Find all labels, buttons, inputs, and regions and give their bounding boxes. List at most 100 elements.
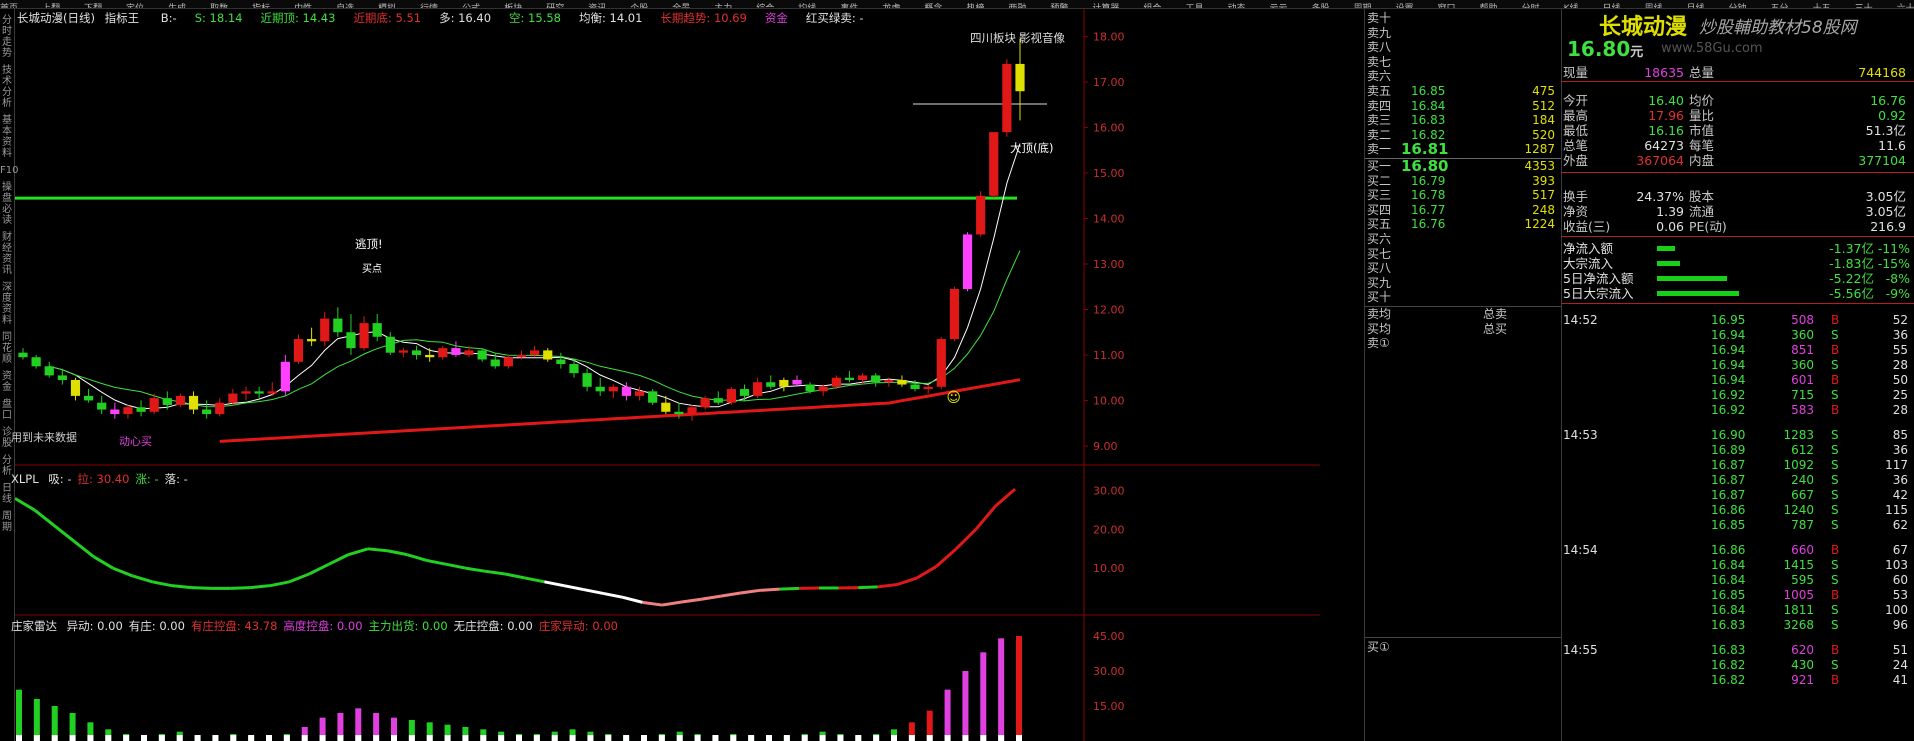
quote-title: 长城动漫 炒股輔助教材58股网 xyxy=(1561,9,1914,40)
candle-body xyxy=(503,357,513,367)
left-tab[interactable]: 周期 xyxy=(0,511,14,533)
sell-level-row[interactable]: 卖二 16.82 520 xyxy=(1365,128,1561,143)
tick-trade-row: 16.94 851 B 55 xyxy=(1561,343,1914,358)
left-tab[interactable]: 深度资料 xyxy=(0,282,14,326)
tick-trade-row: 16.83 3268 S 96 xyxy=(1561,618,1914,633)
left-tab[interactable]: 同花顺 xyxy=(0,332,14,365)
flow-pct: -11% xyxy=(1877,241,1910,256)
sector-label[interactable]: 影视音像 xyxy=(1019,30,1065,46)
candle-body xyxy=(241,391,251,394)
trade-count: 85 xyxy=(1892,428,1908,442)
buy-level-row[interactable]: 买六 xyxy=(1365,232,1561,247)
buy-level-row[interactable]: 买七 xyxy=(1365,247,1561,262)
quote-row: 最高 17.96 量比 0.92 xyxy=(1561,108,1914,123)
indicator-name[interactable]: 指标王 xyxy=(105,11,140,25)
buy-level-label: 买十 xyxy=(1367,290,1392,305)
candle-body xyxy=(149,398,159,412)
board-label[interactable]: 四川板块 xyxy=(970,30,1016,46)
indicator-tag: 长期趋势: 10.69 xyxy=(660,11,747,25)
heart-buy-label: 动心买 xyxy=(119,435,152,448)
sell-level-row[interactable]: 卖一 16.81 1287 xyxy=(1365,142,1561,157)
chart-header: 长城动漫(日线) 指标王 B:- S: 18.14 近期顶: 14.43 近期底: 5… xyxy=(17,10,864,26)
sell-level-row[interactable]: 卖九 xyxy=(1365,26,1561,41)
xlpl-line-segment xyxy=(740,588,761,595)
quote-value: 0.92 xyxy=(1878,108,1906,123)
sell-level-row[interactable]: 卖六 xyxy=(1365,69,1561,84)
sell-level-row[interactable]: 卖四 16.84 512 xyxy=(1365,99,1561,114)
quote-panel: 长城动漫 炒股輔助教材58股网 16.80元 www.58Gu.com 现量 18… xyxy=(1561,9,1914,741)
left-tab[interactable]: 盘口 xyxy=(0,399,14,421)
tick-trade-row: 14:52 16.95 508 B 52 xyxy=(1561,313,1914,328)
sell-queue[interactable]: 卖① xyxy=(1365,336,1561,351)
quote-separator xyxy=(1561,303,1914,304)
sell-level-row[interactable]: 卖五 16.85 475 xyxy=(1365,84,1561,99)
book-summary-total: 总买 xyxy=(1483,321,1508,336)
trade-volume: 1240 xyxy=(1783,503,1814,517)
xlpl-line-segment xyxy=(328,553,349,566)
flow-bar xyxy=(1657,291,1739,296)
sell-volume: 520 xyxy=(1532,127,1555,142)
trade-count: 36 xyxy=(1892,328,1908,342)
radar-value: 高度控盘: 0.00 xyxy=(283,619,363,633)
left-tab[interactable]: F10 xyxy=(0,165,18,176)
sell-level-row[interactable]: 卖十 xyxy=(1365,11,1561,26)
left-tab[interactable]: 财经资讯 xyxy=(0,232,14,276)
buy-level-row[interactable]: 买二 16.79 393 xyxy=(1365,174,1561,189)
radar-base-bar xyxy=(123,735,130,741)
indicator-tag: 资金 xyxy=(764,11,788,25)
buy-level-row[interactable]: 买五 16.76 1224 xyxy=(1365,217,1561,232)
sell-level-label: 卖二 xyxy=(1367,127,1392,142)
buy-price: 16.79 xyxy=(1411,173,1446,188)
buy-level-row[interactable]: 买十 xyxy=(1365,290,1561,305)
book-summary-row: 卖均 总卖 xyxy=(1365,307,1561,322)
trade-side: S xyxy=(1831,558,1839,572)
candle-body xyxy=(818,386,828,392)
buy-level-row[interactable]: 买九 xyxy=(1365,276,1561,291)
buy-level-row[interactable]: 买四 16.77 248 xyxy=(1365,203,1561,218)
candle-body xyxy=(962,234,973,290)
trade-volume: 1811 xyxy=(1783,603,1814,617)
candle-body xyxy=(674,411,684,415)
buy-level-row[interactable]: 买三 16.78 517 xyxy=(1365,188,1561,203)
radar-bar xyxy=(1016,636,1022,741)
sell-level-row[interactable]: 卖八 xyxy=(1365,40,1561,55)
candle-body xyxy=(44,366,54,376)
trade-volume: 787 xyxy=(1791,518,1814,532)
radar-base-bar xyxy=(533,735,540,741)
sell-level-row[interactable]: 卖七 xyxy=(1365,55,1561,70)
left-tab[interactable]: 资金 xyxy=(0,371,14,393)
candle-body xyxy=(293,339,304,362)
trade-count: 103 xyxy=(1885,558,1908,572)
flow-bar xyxy=(1657,246,1676,251)
quote-separator xyxy=(1561,81,1914,82)
buy-queue[interactable]: 买① xyxy=(1365,640,1561,655)
radar-base-bar xyxy=(462,735,469,741)
sell-level-row[interactable]: 卖三 16.83 184 xyxy=(1365,113,1561,128)
buy-level-row[interactable]: 买八 xyxy=(1365,261,1561,276)
left-tab[interactable]: 操盘必读 xyxy=(0,182,14,226)
candle-body xyxy=(556,359,566,365)
sell-level-label: 卖九 xyxy=(1367,25,1392,40)
kline-chart-area[interactable]: 18.00 17.00 16.00 15.00 14.00 13.00 12.00 11.00… xyxy=(11,9,1320,741)
tick-trade-row: 16.87 1092 S 117 xyxy=(1561,458,1914,473)
sell-level-label: 卖十 xyxy=(1367,11,1392,25)
radar-base-bar xyxy=(16,735,22,741)
tick-trade-row: 14:55 16.83 620 B 51 xyxy=(1561,643,1914,658)
radar-base-bar xyxy=(69,735,76,741)
tick-trade-row: 16.82 921 B 41 xyxy=(1561,673,1914,688)
trade-count: 62 xyxy=(1892,518,1908,532)
quote-label: 每笔 xyxy=(1689,138,1715,153)
trade-volume: 360 xyxy=(1791,328,1814,342)
trade-count: 60 xyxy=(1892,573,1908,587)
left-tab[interactable]: 技术分析 xyxy=(0,65,14,109)
indicator-tag: 近期底: 5.51 xyxy=(353,11,422,25)
radar-base-bar xyxy=(373,735,380,741)
trade-price: 16.85 xyxy=(1711,518,1746,532)
trade-price: 16.94 xyxy=(1711,328,1746,342)
buy-level-row[interactable]: 买一 16.80 4353 xyxy=(1365,159,1561,174)
left-tab[interactable]: 分时走势 xyxy=(0,15,14,59)
left-tab[interactable]: 基本资料 xyxy=(0,115,14,159)
buy-price: 16.78 xyxy=(1411,188,1446,203)
radar-base-bar xyxy=(444,735,451,741)
quote-label: 最高 xyxy=(1563,108,1589,123)
